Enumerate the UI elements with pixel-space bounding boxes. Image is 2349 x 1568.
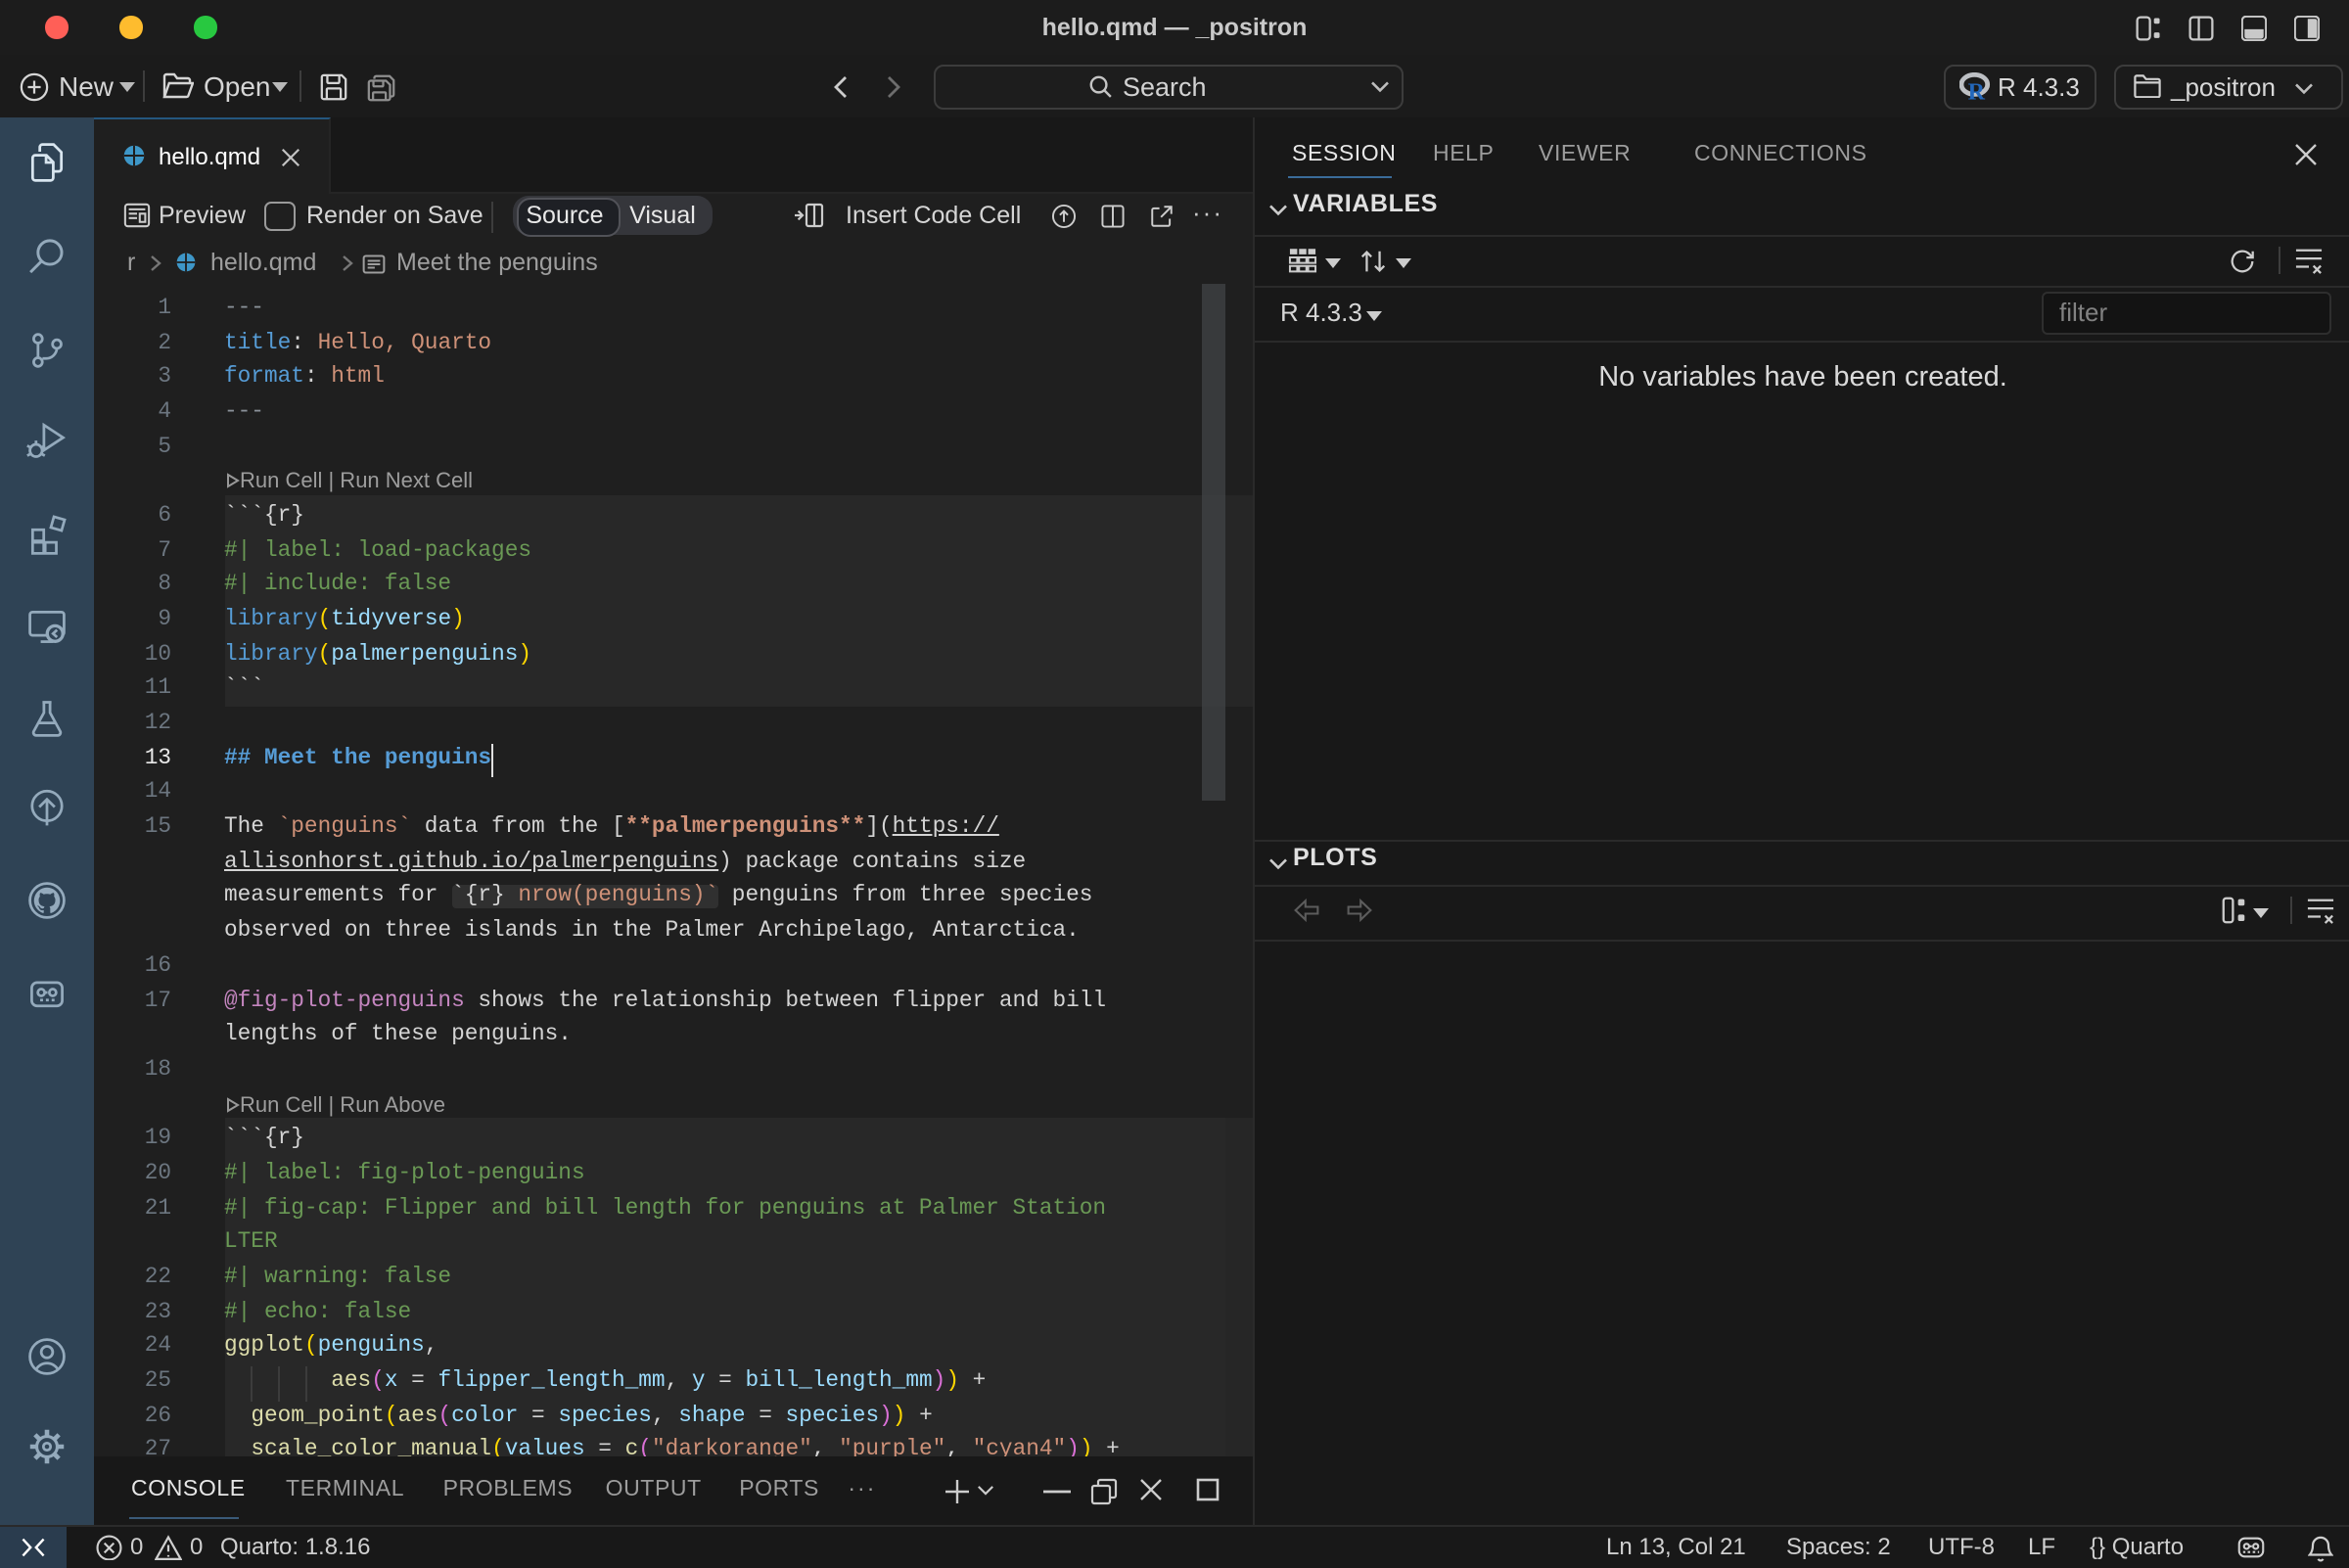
svg-text:R: R xyxy=(1967,80,1985,102)
